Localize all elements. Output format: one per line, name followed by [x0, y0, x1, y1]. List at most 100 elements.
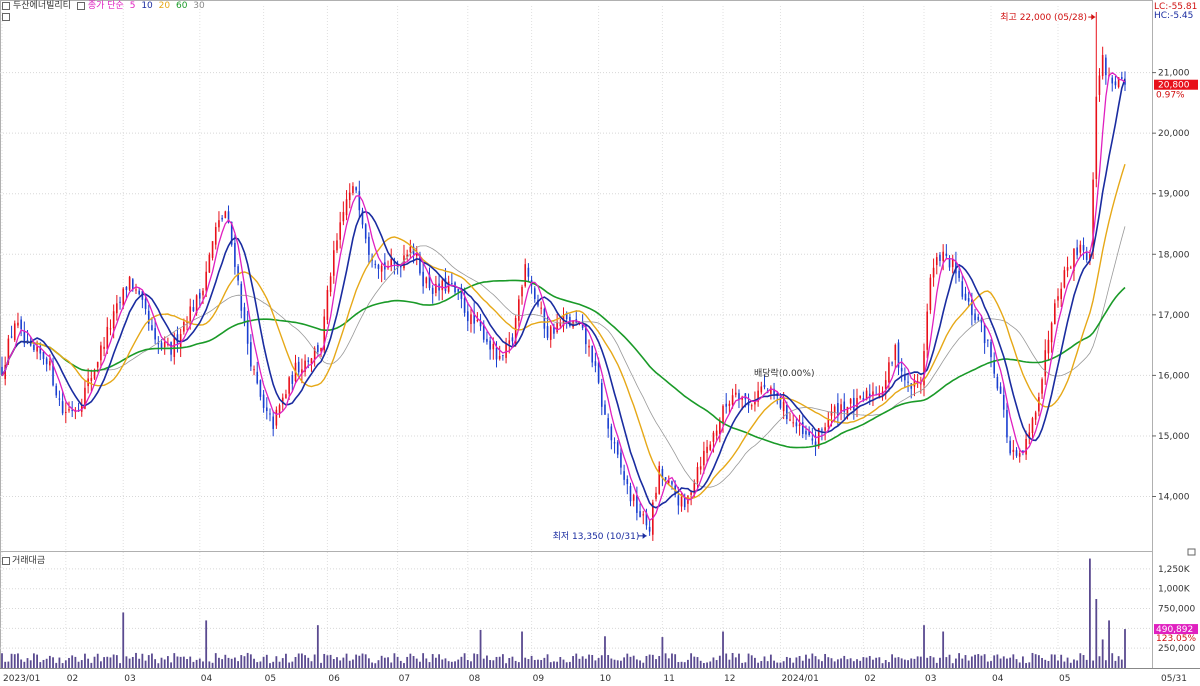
volume-bar [307, 657, 310, 668]
volume-bar [556, 661, 559, 668]
candle-body [664, 477, 667, 480]
candle-body [17, 322, 19, 326]
volume-bar [122, 612, 125, 668]
candle-body [1012, 449, 1015, 452]
candle-body [256, 371, 259, 384]
candle-body [502, 354, 504, 356]
candle-body [709, 444, 712, 451]
candle-body [466, 311, 469, 322]
volume-bar [671, 653, 673, 668]
volume-bar [374, 663, 377, 668]
volume-bar [958, 653, 961, 668]
stock-chart[interactable]: 14,000 15,000 16,000 17,000 18,000 19,000 20,0… [0, 0, 1200, 686]
volume-bar [243, 656, 246, 668]
volume-bar [246, 652, 249, 668]
volume-bar [900, 658, 903, 668]
candle-body [221, 217, 223, 220]
volume-bar [492, 660, 495, 668]
candle-body [470, 314, 472, 325]
volume-bar [205, 620, 208, 668]
legend-checkbox-icon[interactable] [2, 1, 10, 10]
candle-body [948, 259, 951, 268]
candle-body [511, 337, 514, 342]
settings-square-icon[interactable] [2, 13, 10, 21]
candle-body [932, 267, 935, 278]
volume-bar [396, 656, 399, 668]
candle-body [364, 224, 367, 239]
candle-body [607, 418, 609, 429]
candle-body [760, 386, 763, 393]
candle-body [987, 339, 989, 341]
volume-bar [278, 661, 281, 668]
candle-body [498, 356, 501, 359]
time-tick-label: 2024/01 [781, 674, 818, 684]
volume-bar [604, 636, 606, 668]
volume-bar [951, 663, 954, 668]
volume-bar [7, 661, 10, 668]
candle-body [1044, 350, 1047, 377]
volume-bar [514, 660, 517, 668]
candle-body [964, 293, 967, 301]
volume-bar [460, 656, 463, 668]
candle-body [632, 495, 635, 501]
candle-body [208, 254, 211, 273]
candle-body [1050, 323, 1053, 343]
time-tick-label: 2023/01 [3, 674, 40, 684]
volume-bar [313, 654, 316, 668]
volume-bar [1079, 653, 1082, 668]
candle-body [715, 430, 718, 436]
volume-bar [517, 662, 520, 668]
volume-bar [498, 656, 501, 668]
candle-body [272, 416, 274, 429]
volume-bar [731, 652, 734, 668]
volume-bar [431, 654, 434, 668]
volume-bar [371, 662, 373, 668]
candle-body [122, 288, 125, 306]
candle-body [42, 351, 45, 359]
volume-bar [722, 631, 724, 668]
volume-bar [779, 662, 782, 668]
candle-body [492, 343, 495, 350]
stock-name: 두산에너빌리티 [13, 1, 71, 11]
candle-body [441, 280, 444, 291]
volume-bar [1050, 654, 1053, 668]
volume-bar [482, 658, 485, 668]
volume-bar [913, 658, 916, 668]
volume-bar [891, 654, 894, 668]
volume-bar [214, 653, 217, 668]
volume-bar [100, 661, 102, 668]
volume-bar [996, 654, 999, 668]
candle-body [1076, 247, 1078, 256]
candle-body [125, 286, 128, 291]
volume-tick-label: 1,000K [1158, 585, 1191, 595]
volume-bar [814, 656, 817, 668]
volume-bar [198, 658, 201, 668]
candle-body [642, 514, 645, 516]
candle-body [833, 406, 836, 413]
volume-bar [447, 661, 450, 668]
candle-body [792, 422, 795, 424]
volume-bar [903, 659, 906, 668]
volume-bar [1063, 661, 1066, 668]
volume-bar [935, 662, 938, 668]
candle-body [58, 398, 61, 400]
candle-body [103, 346, 105, 349]
volume-bar [4, 661, 7, 668]
volume-bar [339, 660, 342, 668]
candle-body [1057, 296, 1059, 301]
volume-bar [776, 662, 779, 668]
time-tick-label: 05/31 [1161, 674, 1187, 684]
candle-body [636, 495, 638, 513]
candle-body [996, 376, 999, 389]
candle-body [597, 362, 600, 383]
time-tick-label: 06 [328, 674, 340, 684]
volume-checkbox-icon[interactable] [2, 556, 10, 565]
candle-body [1006, 409, 1008, 438]
ma-legend-checkbox-icon[interactable] [76, 1, 85, 10]
volume-bar [923, 625, 925, 668]
moving-average-10-line [1, 78, 1126, 509]
candle-body [262, 394, 265, 408]
volume-bar [409, 653, 412, 668]
candle-body [202, 290, 204, 296]
candle-body [431, 287, 434, 294]
